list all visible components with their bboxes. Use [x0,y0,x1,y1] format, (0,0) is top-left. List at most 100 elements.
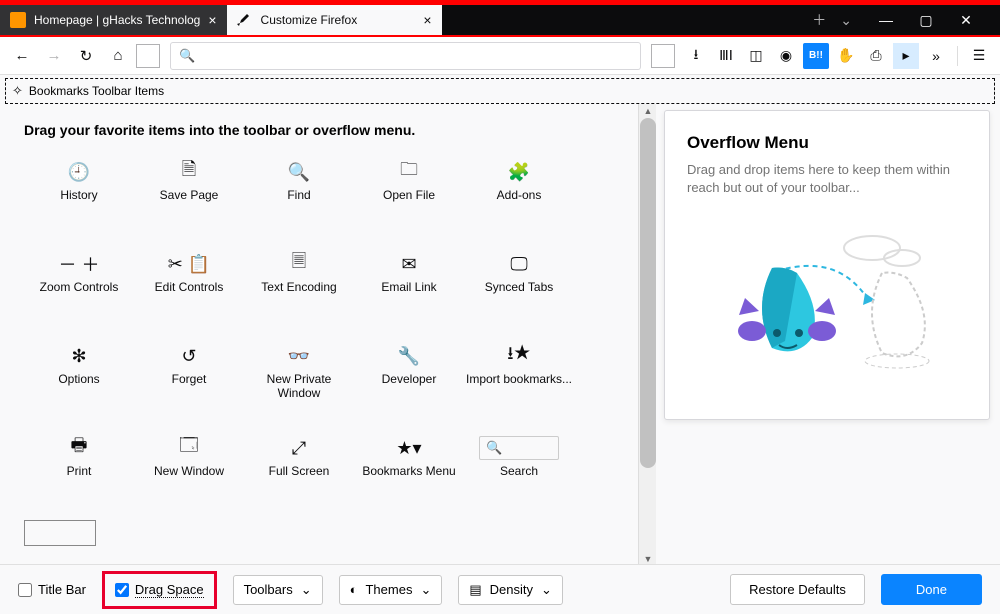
item-find[interactable]: 🔍Find [244,156,354,238]
overflow-desc: Drag and drop items here to keep them wi… [687,161,967,197]
tab-bar: Homepage | gHacks Technolog × Customize … [0,3,1000,37]
puzzle-icon: 🧩 [508,156,530,188]
item-history[interactable]: 🕘History [24,156,134,238]
chevron-down-icon: ⌄ [420,582,431,598]
wrench-icon: 🔧 [398,340,420,372]
minimize-button[interactable]: — [866,6,906,34]
placeholder-box[interactable] [651,44,675,68]
toolbars-label: Toolbars [244,582,293,597]
gear-icon: ✻ [71,340,86,372]
close-icon[interactable]: × [208,12,216,28]
chevron-down-icon: ⌄ [541,582,552,598]
home-button[interactable]: ⌂ [104,42,132,70]
density-icon: ▤ [469,582,481,598]
item-open-file[interactable]: 🗀Open File [354,156,464,238]
bookmark-star-icon: ✧ [12,83,23,99]
library-icon[interactable]: ⅢⅠ [713,43,739,69]
scroll-up-icon[interactable]: ▲ [640,104,656,118]
density-label: Density [490,582,533,597]
toolbars-dropdown[interactable]: Toolbars ⌄ [233,575,323,605]
print-icon: 🖶 [71,432,88,464]
item-addons[interactable]: 🧩Add-ons [464,156,574,238]
window-icon: 🗔 [179,432,199,464]
dragspace-checkbox[interactable]: Drag Space [115,582,204,598]
hand-icon[interactable]: ✋ [833,43,859,69]
tabs-dropdown-icon[interactable]: ⌄ [840,12,852,29]
tab-customize[interactable]: Customize Firefox × [227,5,442,35]
item-forget[interactable]: ↺Forget [134,340,244,422]
menu-button[interactable]: ☰ [966,43,992,69]
item-import[interactable]: ⭳★Import bookmarks... [464,340,574,422]
mask-icon: 👓 [288,340,310,372]
item-email[interactable]: ✉Email Link [354,248,464,330]
sidebar-icon[interactable]: ◫ [743,43,769,69]
close-icon[interactable]: × [423,12,431,28]
extension-b-icon[interactable]: B!! [803,43,829,69]
folder-icon: 🗀 [400,156,418,188]
extension-icon[interactable]: ▸ [893,43,919,69]
item-encoding[interactable]: 🗏Text Encoding [244,248,354,330]
item-options[interactable]: ✻Options [24,340,134,422]
themes-dropdown[interactable]: ◐ Themes ⌄ [339,575,443,605]
item-new-window[interactable]: 🗔New Window [134,432,244,514]
new-tab-button[interactable]: ＋ [812,10,826,30]
url-bar[interactable]: 🔍 [170,42,641,70]
overflow-panel[interactable]: Overflow Menu Drag and drop items here t… [664,110,990,420]
edit-icon: ✂ 📋 [168,248,211,280]
zoom-icon: － ＋ [58,248,99,280]
item-synced-tabs[interactable]: 🖵Synced Tabs [464,248,574,330]
customize-palette: Drag your favorite items into the toolba… [0,104,638,566]
item-print[interactable]: 🖶Print [24,432,134,514]
titlebar-checkbox-input[interactable] [18,583,32,597]
forget-icon: ↺ [181,340,196,372]
overflow-illustration [687,223,967,373]
density-dropdown[interactable]: ▤ Density ⌄ [458,575,563,605]
screenshot-icon[interactable]: ⎙ [863,43,889,69]
placeholder-box[interactable] [136,44,160,68]
bookmark-menu-icon: ★▾ [396,432,421,464]
item-bookmarks-menu[interactable]: ★▾Bookmarks Menu [354,432,464,514]
scrollbar-thumb[interactable] [640,118,656,468]
overflow-chevron-icon[interactable]: » [923,43,949,69]
bookmarks-toolbar[interactable]: ✧ Bookmarks Toolbar Items [5,78,995,104]
customize-footer: Title Bar Drag Space Toolbars ⌄ ◐ Themes… [0,564,1000,614]
search-icon: 🔍 [179,48,195,64]
tab-label: Homepage | gHacks Technolog [34,13,200,27]
tab-label: Customize Firefox [261,13,358,27]
palette-heading: Drag your favorite items into the toolba… [24,122,614,138]
save-icon: 🗎 [182,156,196,188]
done-button[interactable]: Done [881,574,982,605]
dragspace-checkbox-input[interactable] [115,583,129,597]
item-fullscreen[interactable]: ⤢Full Screen [244,432,354,514]
titlebar-checkbox[interactable]: Title Bar [18,582,86,597]
item-flexible-space[interactable] [24,520,96,546]
brush-icon [237,12,253,28]
maximize-button[interactable]: ▢ [906,6,946,34]
item-edit[interactable]: ✂ 📋Edit Controls [134,248,244,330]
back-button[interactable]: ← [8,42,36,70]
dragspace-highlight: Drag Space [102,571,217,609]
forward-button[interactable]: → [40,42,68,70]
mail-icon: ✉ [401,248,416,280]
find-icon: 🔍 [288,156,310,188]
reload-button[interactable]: ↻ [72,42,100,70]
palette-scrollbar[interactable]: ▲ ▼ [638,104,656,566]
download-icon[interactable]: ⭳ [683,43,709,69]
titlebar-label: Title Bar [38,582,86,597]
item-search[interactable]: 🔍Search [464,432,574,514]
account-icon[interactable]: ◉ [773,43,799,69]
close-window-button[interactable]: ✕ [946,6,986,34]
themes-label: Themes [365,582,412,597]
overflow-title: Overflow Menu [687,133,967,153]
item-save-page[interactable]: 🗎Save Page [134,156,244,238]
ghacks-favicon-icon [10,12,26,28]
search-icon: 🔍 [479,432,559,464]
tab-ghacks[interactable]: Homepage | gHacks Technolog × [0,5,227,35]
item-zoom[interactable]: － ＋Zoom Controls [24,248,134,330]
restore-defaults-button[interactable]: Restore Defaults [730,574,865,605]
encoding-icon: 🗏 [292,248,306,280]
dragspace-label: Drag Space [135,582,204,598]
item-developer[interactable]: 🔧Developer [354,340,464,422]
item-private[interactable]: 👓New Private Window [244,340,354,422]
devices-icon: 🖵 [510,248,527,280]
